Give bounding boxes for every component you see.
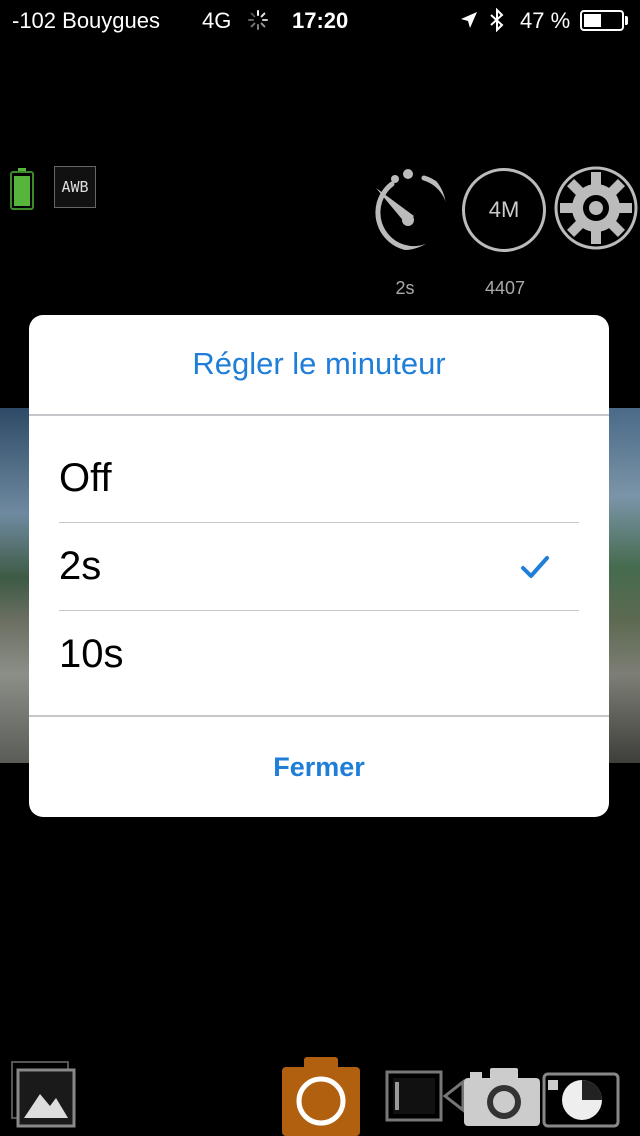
option-off[interactable]: Off (29, 434, 609, 522)
network-label: 4G (202, 8, 232, 33)
camera-preview-right (609, 408, 640, 763)
option-2s[interactable]: 2s (29, 522, 609, 610)
carrier-label: -102 Bouygues (12, 8, 160, 33)
remaining-shots: 4407 (484, 278, 526, 298)
dialog-title: Régler le minuteur (192, 346, 446, 381)
battery-tip (625, 16, 628, 25)
self-timer-icon[interactable] (362, 166, 446, 250)
video-camera-icon[interactable] (385, 1068, 465, 1124)
battery-icon (580, 10, 624, 31)
bluetooth-icon (490, 8, 504, 32)
option-label: 2s (59, 544, 102, 588)
battery-percent: 47 % (520, 8, 571, 33)
location-arrow-icon (461, 12, 477, 28)
camera-preview-left (0, 408, 30, 763)
timelapse-icon[interactable] (542, 1066, 620, 1128)
title-separator (29, 414, 609, 416)
photo-camera-inactive-icon[interactable] (462, 1066, 542, 1128)
camera-battery-icon (10, 168, 34, 210)
photo-camera-icon[interactable] (282, 1055, 360, 1136)
gear-icon[interactable] (554, 166, 638, 250)
option-label: Off (59, 456, 112, 500)
gallery-icon[interactable] (8, 1060, 78, 1130)
awb-badge[interactable]: AWB (54, 166, 96, 208)
timer-value: 2s (395, 278, 415, 298)
status-bar: -102 Bouygues 4G 17:20 47 % (0, 0, 640, 40)
option-label: 10s (59, 632, 124, 676)
clock: 17:20 (292, 8, 349, 33)
close-button[interactable]: Fermer (29, 717, 609, 817)
timer-dialog: Régler le minuteur Off 2s 10s Fermer (29, 315, 609, 817)
checkmark-icon (521, 556, 549, 578)
option-10s[interactable]: 10s (29, 610, 609, 698)
photo-size-button[interactable]: 4M (462, 168, 546, 252)
activity-spinner-icon (248, 10, 268, 30)
